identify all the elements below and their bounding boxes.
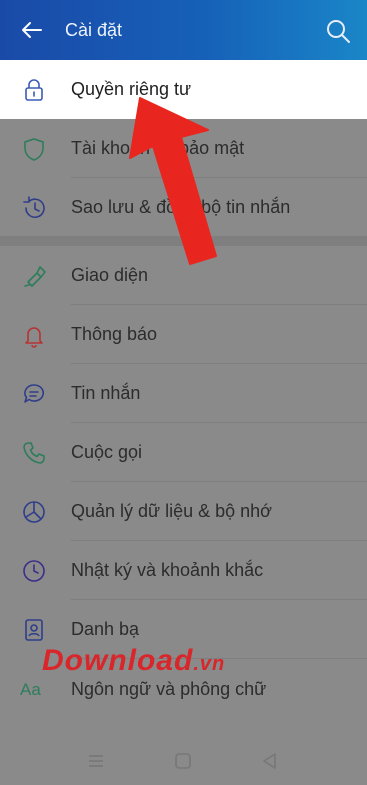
- settings-item-label: Thông báo: [71, 324, 158, 344]
- bell-icon: [25, 327, 43, 348]
- settings-item-messages[interactable]: Tin nhắn: [0, 364, 367, 423]
- settings-item-account-security[interactable]: Tài khoản và bảo mật: [0, 119, 367, 178]
- language-icon: Aa: [20, 680, 41, 699]
- arrow-left-icon[interactable]: [20, 18, 44, 42]
- page-title: Cài đặt: [65, 20, 123, 40]
- settings-item-privacy[interactable]: Quyền riêng tư: [0, 60, 367, 119]
- back-triangle-icon[interactable]: [260, 751, 280, 771]
- app-header: Cài đặt: [0, 0, 367, 60]
- menu-icon[interactable]: [86, 751, 106, 771]
- settings-item-calls[interactable]: Cuộc gọi: [0, 423, 367, 482]
- phone-icon: [23, 442, 45, 464]
- system-navbar: [0, 737, 367, 785]
- settings-item-label: Ngôn ngữ và phông chữ: [71, 679, 267, 699]
- settings-item-backup-sync[interactable]: Sao lưu & đồng bộ tin nhắn: [0, 178, 367, 237]
- settings-item-label: Tin nhắn: [71, 383, 141, 403]
- shield-icon: [24, 138, 44, 161]
- settings-item-appearance[interactable]: Giao diện: [0, 246, 367, 305]
- watermark-tld: .vn: [193, 653, 226, 675]
- watermark-main: Download: [42, 644, 194, 677]
- watermark: Download.vn: [42, 644, 225, 678]
- search-icon[interactable]: [325, 18, 351, 44]
- pie-chart-icon: [23, 501, 45, 523]
- settings-item-label: Danh bạ: [71, 619, 140, 639]
- contact-icon: [25, 619, 43, 641]
- settings-item-label: Tài khoản và bảo mật: [71, 138, 245, 158]
- section-gap: [0, 236, 367, 246]
- home-icon[interactable]: [173, 751, 193, 771]
- clock-icon: [23, 560, 45, 582]
- settings-item-data-storage[interactable]: Quản lý dữ liệu & bộ nhớ: [0, 482, 367, 541]
- settings-item-label: Quyền riêng tư: [71, 79, 192, 99]
- brush-icon: [24, 266, 46, 287]
- settings-item-label: Sao lưu & đồng bộ tin nhắn: [71, 197, 291, 217]
- settings-item-label: Quản lý dữ liệu & bộ nhớ: [71, 501, 272, 521]
- settings-item-timeline[interactable]: Nhật ký và khoảnh khắc: [0, 541, 367, 600]
- settings-item-notifications[interactable]: Thông báo: [0, 305, 367, 364]
- history-icon: [23, 196, 45, 218]
- settings-item-label: Cuộc gọi: [71, 442, 143, 462]
- chat-icon: [24, 384, 45, 403]
- settings-item-label: Giao diện: [71, 265, 149, 285]
- lock-icon: [25, 79, 43, 101]
- settings-item-label: Nhật ký và khoảnh khắc: [71, 560, 264, 580]
